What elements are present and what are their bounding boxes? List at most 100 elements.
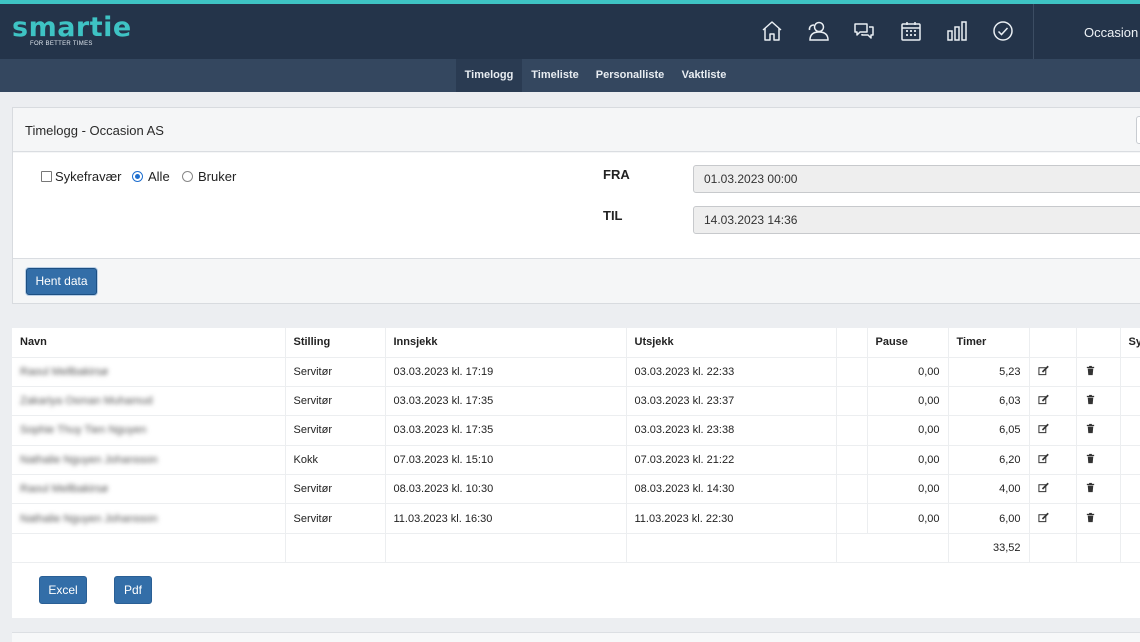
all-label: Alle	[148, 169, 170, 184]
user-label: Bruker	[198, 169, 237, 184]
edit-icon[interactable]	[1037, 453, 1049, 464]
cell-position: Servitør	[285, 357, 386, 387]
fetch-data-button[interactable]: Hent data	[26, 268, 97, 295]
user-radio[interactable]: Bruker	[182, 169, 236, 184]
sick-leave-checkbox[interactable]: Sykefravær	[41, 169, 121, 184]
cell-hours: 4,00	[948, 474, 1030, 505]
trash-icon[interactable]	[1085, 482, 1096, 493]
cell-sick	[1120, 445, 1140, 476]
tab-vaktliste[interactable]: Vaktliste	[674, 59, 734, 92]
cell-name: Nathalie Nguyen Johansson	[12, 503, 286, 534]
table-row[interactable]: Sophie Thuy Tien Nguyen Servitør 03.03.202…	[12, 415, 1140, 446]
trash-icon[interactable]	[1085, 512, 1096, 523]
cell-checkout: 07.03.2023 kl. 21:22	[626, 445, 837, 476]
export-pdf-button[interactable]: Pdf	[114, 576, 152, 604]
tab-timelogg[interactable]: Timelogg	[456, 59, 522, 92]
cell-pause: 0,00	[867, 503, 949, 534]
export-excel-button[interactable]: Excel	[39, 576, 87, 604]
col-header-pause[interactable]: Pause	[867, 328, 949, 358]
from-date-input[interactable]: 01.03.2023 00:00	[693, 165, 1140, 193]
table-row[interactable]: Zakariya Osman Muhamud Servitør 03.03.2023…	[12, 386, 1140, 417]
cell-empty	[836, 474, 868, 505]
trash-icon[interactable]	[1085, 423, 1096, 434]
chat-icon[interactable]	[852, 19, 876, 43]
cell-sick	[1120, 503, 1140, 534]
cell-position: Servitør	[285, 474, 386, 505]
users-icon[interactable]	[806, 19, 830, 43]
trash-icon[interactable]	[1085, 394, 1096, 405]
cell-delete	[1076, 503, 1121, 534]
home-icon[interactable]	[760, 19, 784, 43]
col-header-empty	[836, 328, 868, 358]
timelog-table: Navn Stilling Innsjekk Utsjekk Pause Tim…	[12, 328, 1140, 564]
cell-sick	[1120, 357, 1140, 387]
employee-name: Nathalie Nguyen Johansson	[20, 512, 158, 525]
total-cell-empty	[12, 533, 286, 564]
company-switcher[interactable]: Occasion A	[1084, 25, 1140, 40]
check-circle-icon[interactable]	[991, 19, 1015, 43]
checkbox-box[interactable]	[41, 171, 52, 182]
cell-checkout: 08.03.2023 kl. 14:30	[626, 474, 837, 505]
edit-icon[interactable]	[1037, 512, 1049, 523]
cell-checkout: 03.03.2023 kl. 23:38	[626, 415, 837, 446]
col-header-delete	[1076, 328, 1121, 358]
panel-body: Sykefravær Alle Bruker FRA 01.03.2023 00…	[13, 153, 1140, 259]
cell-checkin: 03.03.2023 kl. 17:35	[385, 386, 627, 417]
col-header-hours[interactable]: Timer	[948, 328, 1030, 358]
cell-name: Raoul Mellbakirsø	[12, 357, 286, 387]
tab-timeliste[interactable]: Timeliste	[524, 59, 586, 92]
col-header-checkout[interactable]: Utsjekk	[626, 328, 837, 358]
cell-position: Kokk	[285, 445, 386, 476]
cell-delete	[1076, 445, 1121, 476]
edit-icon[interactable]	[1037, 394, 1049, 405]
table-row[interactable]: Raoul Mellbakirsø Servitør 03.03.2023 kl. …	[12, 357, 1140, 387]
cell-delete	[1076, 357, 1121, 387]
radio-unselected[interactable]	[182, 171, 193, 182]
cell-pause: 0,00	[867, 386, 949, 417]
timelog-table-card: Navn Stilling Innsjekk Utsjekk Pause Tim…	[12, 328, 1140, 618]
col-header-checkin[interactable]: Innsjekk	[385, 328, 627, 358]
table-row[interactable]: Raoul Mellbakirsø Servitør 08.03.2023 kl. …	[12, 474, 1140, 505]
cell-edit	[1029, 445, 1077, 476]
tab-personalliste[interactable]: Personalliste	[592, 59, 668, 92]
cell-delete	[1076, 415, 1121, 446]
sick-leave-label: Sykefravær	[55, 169, 122, 184]
col-header-name[interactable]: Navn	[12, 328, 286, 358]
radio-selected[interactable]	[132, 171, 143, 182]
cell-pause: 0,00	[867, 445, 949, 476]
cell-empty	[836, 503, 868, 534]
cell-sick	[1120, 386, 1140, 417]
col-header-position[interactable]: Stilling	[285, 328, 386, 358]
calendar-icon[interactable]	[899, 19, 923, 43]
bar-chart-icon[interactable]	[945, 19, 969, 43]
employee-name: Sophie Thuy Tien Nguyen	[20, 424, 147, 437]
trash-icon[interactable]	[1085, 453, 1096, 464]
cell-delete	[1076, 386, 1121, 417]
cell-pause: 0,00	[867, 415, 949, 446]
to-label: TIL	[603, 208, 623, 223]
employee-name: Zakariya Osman Muhamud	[20, 395, 153, 408]
cell-position: Servitør	[285, 415, 386, 446]
cell-edit	[1029, 474, 1077, 505]
trash-icon[interactable]	[1085, 365, 1096, 376]
all-radio[interactable]: Alle	[132, 169, 170, 184]
cell-delete	[1076, 474, 1121, 505]
total-row: 33,52	[12, 533, 1140, 564]
col-header-sick[interactable]: Syk	[1120, 328, 1140, 358]
page-title: Timelogg - Occasion AS	[25, 123, 164, 138]
cell-sick	[1120, 415, 1140, 446]
cell-name: Sophie Thuy Tien Nguyen	[12, 415, 286, 446]
cell-sick	[1120, 474, 1140, 505]
edit-icon[interactable]	[1037, 423, 1049, 434]
panel-header-button[interactable]	[1136, 116, 1140, 144]
from-label: FRA	[603, 167, 630, 182]
smartie-logo[interactable]: smartie FOR BETTER TIMES	[12, 14, 132, 47]
table-row[interactable]: Nathalie Nguyen Johansson Servitør 11.03.2…	[12, 503, 1140, 534]
edit-icon[interactable]	[1037, 482, 1049, 493]
to-date-input[interactable]: 14.03.2023 14:36	[693, 206, 1140, 234]
cell-edit	[1029, 503, 1077, 534]
table-row[interactable]: Nathalie Nguyen Johansson Kokk 07.03.2023 …	[12, 445, 1140, 476]
cell-empty	[836, 445, 868, 476]
cell-name: Zakariya Osman Muhamud	[12, 386, 286, 417]
edit-icon[interactable]	[1037, 365, 1049, 376]
